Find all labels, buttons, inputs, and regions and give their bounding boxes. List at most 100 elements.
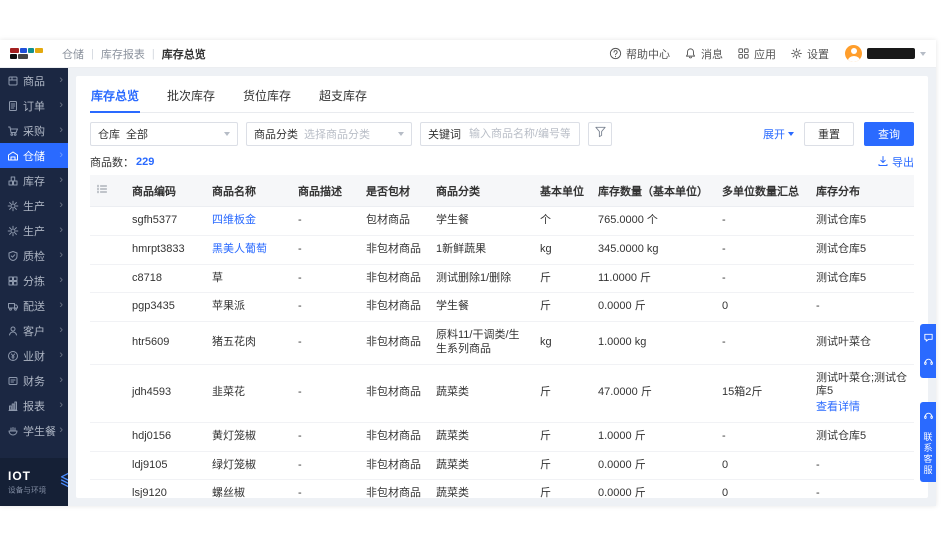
user-menu[interactable]	[845, 45, 926, 62]
cell-dist: -	[810, 479, 914, 498]
header-action-label: 消息	[701, 48, 723, 61]
column-header: 商品分类	[430, 175, 534, 207]
cell-qty-text: 0.0000 斤	[598, 458, 646, 471]
cell-pack-text: 非包材商品	[366, 271, 421, 284]
header-action-settings[interactable]: 设置	[790, 46, 829, 62]
cell-qty: 1.0000 斤	[592, 422, 716, 452]
expand-all-header[interactable]	[90, 175, 126, 207]
reset-button[interactable]: 重置	[804, 122, 854, 146]
search-button[interactable]: 查询	[864, 122, 914, 146]
cell-pack-text: 非包材商品	[366, 458, 421, 471]
cell-category: 蔬菜类	[430, 364, 534, 423]
sidebar-item-orders[interactable]: 订单 ›	[0, 93, 68, 118]
sidebar-item-delivery[interactable]: 配送 ›	[0, 293, 68, 318]
header-action-message[interactable]: 消息	[684, 46, 723, 62]
bizfinance-icon	[7, 350, 19, 362]
sidebar-item-goods[interactable]: 商品 ›	[0, 68, 68, 93]
column-header: 基本单位	[534, 175, 592, 207]
sidebar-item-production-1[interactable]: 生产 ›	[0, 193, 68, 218]
cell-category: 蔬菜类	[430, 422, 534, 452]
cell-unit: kg	[534, 235, 592, 265]
sidebar-item-report[interactable]: 报表 ›	[0, 393, 68, 418]
cell-unit: 斤	[534, 451, 592, 481]
tab-overview[interactable]: 库存总览	[90, 85, 141, 113]
export-button[interactable]: 导出	[877, 154, 914, 170]
sidebar-item-sorting[interactable]: 分拣 ›	[0, 268, 68, 293]
sidebar-item-finance[interactable]: 财务 ›	[0, 368, 68, 393]
cell-name[interactable]: 四维板金	[206, 206, 292, 236]
sidebar-item-label: 订单	[23, 100, 45, 113]
keyword-input[interactable]	[467, 127, 572, 141]
sidebar-item-purchase[interactable]: 采购 ›	[0, 118, 68, 143]
expand-label: 展开	[763, 129, 785, 141]
cell-pack: 包材商品	[360, 206, 430, 236]
row-expand-cell	[90, 321, 126, 365]
sidebar-item-biz-finance[interactable]: 业财 ›	[0, 343, 68, 368]
customer-icon	[7, 325, 19, 337]
cell-name[interactable]: 黑美人葡萄	[206, 235, 292, 265]
goods-icon	[7, 75, 19, 87]
delivery-icon	[7, 300, 19, 312]
cell-multi: 15箱2斤	[716, 364, 810, 423]
qc-icon	[7, 250, 19, 262]
cell-desc: -	[292, 206, 360, 236]
floating-service-tab[interactable]	[920, 324, 936, 378]
sidebar-item-customer[interactable]: 客户 ›	[0, 318, 68, 343]
chevron-right-icon: ›	[59, 274, 63, 286]
sidebar-item-inventory[interactable]: 库存 ›	[0, 168, 68, 193]
cell-code-text: hdj0156	[132, 429, 172, 442]
tab-batch[interactable]: 批次库存	[166, 85, 216, 112]
cell-code-text: ldj9105	[132, 458, 168, 471]
export-label: 导出	[892, 157, 914, 169]
cell-code-text: sgfh5377	[132, 214, 178, 226]
expand-filters-link[interactable]: 展开	[763, 126, 794, 142]
keyword-field[interactable]: 关键词	[420, 122, 580, 146]
cell-dist: 测试仓库5	[810, 206, 914, 236]
view-detail-link[interactable]: 查看详情	[816, 401, 914, 415]
floating-contact-tab[interactable]: 联系客服	[920, 402, 936, 482]
tab-location[interactable]: 货位库存	[242, 85, 292, 112]
cell-code: jdh4593	[126, 364, 206, 423]
cell-unit: 斤	[534, 479, 592, 498]
tab-label: 批次库存	[167, 89, 216, 103]
cell-category: 1新鲜蔬果	[430, 235, 534, 265]
sidebar-item-warehouse[interactable]: 仓储 ›	[0, 143, 68, 168]
tab-overdraft[interactable]: 超支库存	[318, 85, 368, 112]
cell-dist: -	[810, 451, 914, 481]
cell-multi-text: -	[722, 271, 726, 284]
cell-dist-text: 测试仓库5	[816, 242, 867, 255]
cell-qty-text: 0.0000 斤	[598, 487, 646, 498]
iot-panel[interactable]: IOT 设备与环境	[0, 458, 68, 506]
sidebar-item-student-meal[interactable]: 学生餐 ›	[0, 418, 68, 443]
advanced-filter-button[interactable]	[588, 122, 612, 146]
cell-qty-text: 47.0000 斤	[598, 386, 652, 399]
sorting-icon	[7, 275, 19, 287]
sidebar-item-qc[interactable]: 质检 ›	[0, 243, 68, 268]
column-header: 商品编码	[126, 175, 206, 207]
cell-dist-text: -	[816, 458, 820, 471]
cell-pack-text: 非包材商品	[366, 386, 421, 399]
cell-desc: -	[292, 364, 360, 423]
cell-unit: 斤	[534, 292, 592, 322]
cell-desc: -	[292, 479, 360, 498]
chevron-right-icon: ›	[59, 124, 63, 136]
cell-pack: 非包材商品	[360, 364, 430, 423]
column-header: 商品描述	[292, 175, 360, 207]
cell-unit: 个	[534, 206, 592, 236]
avatar[interactable]	[845, 45, 862, 62]
top-header: 仓储 | 库存报表 | 库存总览 帮助中心 消息 应用 设置	[0, 40, 936, 68]
cell-category-text: 蔬菜类	[436, 386, 469, 399]
sidebar-item-production-2[interactable]: 生产 ›	[0, 218, 68, 243]
cell-name: 黄灯笼椒	[206, 422, 292, 452]
category-select[interactable]: 商品分类 选择商品分类	[246, 122, 412, 146]
warehouse-select[interactable]: 仓库 全部	[90, 122, 238, 146]
breadcrumb-current: 库存总览	[161, 48, 206, 61]
cell-dist: 测试叶菜仓	[810, 321, 914, 365]
cell-pack: 非包材商品	[360, 321, 430, 365]
header-action-apps[interactable]: 应用	[737, 46, 776, 62]
cell-multi-text: 15箱2斤	[722, 386, 763, 399]
cell-desc-text: -	[298, 271, 302, 284]
breadcrumb-item-1[interactable]: 仓储	[62, 46, 84, 62]
header-action-help[interactable]: 帮助中心	[609, 46, 670, 62]
breadcrumb-item-2[interactable]: 库存报表	[101, 46, 145, 62]
